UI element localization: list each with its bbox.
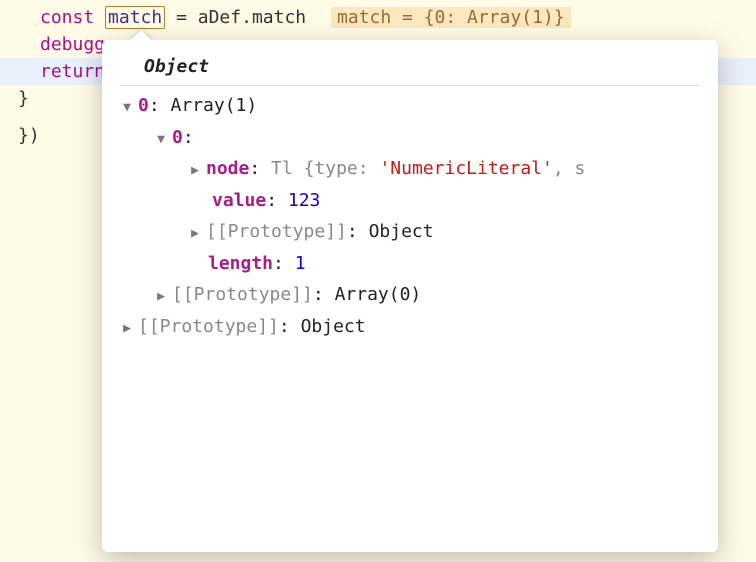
keyword-return: return	[40, 61, 105, 82]
tree-row-node[interactable]: ▶node: Tl {type: 'NumericLiteral', s	[120, 153, 700, 185]
tree-key: [[Prototype]]	[138, 316, 279, 337]
tree-key: 0	[138, 95, 149, 116]
tree-key: value	[212, 190, 266, 211]
tooltip-title: Object	[120, 54, 700, 86]
tree-key: [[Prototype]]	[172, 284, 313, 305]
tree-row-length[interactable]: length: 1	[120, 248, 700, 280]
tree-value: 1	[295, 253, 306, 274]
tree-row-value[interactable]: value: 123	[120, 185, 700, 217]
tree-key: 0	[172, 127, 183, 148]
tooltip-arrow	[129, 30, 153, 42]
code-line-1: const match = aDef.match match = {0: Arr…	[0, 4, 756, 31]
property-match: match	[252, 7, 306, 28]
hovered-variable[interactable]: match	[105, 6, 165, 29]
tree-key: node	[206, 158, 249, 179]
tree-row-proto-outer[interactable]: ▶[[Prototype]]: Object	[120, 311, 700, 343]
tree-value: Object	[301, 316, 366, 337]
tree-row-0-0[interactable]: ▼0:	[120, 122, 700, 154]
keyword-const: const	[40, 7, 94, 28]
chevron-down-icon[interactable]: ▼	[154, 129, 168, 152]
tree-row-proto-array[interactable]: ▶[[Prototype]]: Array(0)	[120, 279, 700, 311]
tree-value: Object	[369, 221, 434, 242]
chevron-right-icon[interactable]: ▶	[154, 286, 168, 309]
brace-paren-close: })	[18, 125, 40, 146]
tree-value: 123	[288, 190, 321, 211]
inline-value-preview[interactable]: match = {0: Array(1)}	[331, 7, 571, 28]
equals-sign: =	[176, 7, 187, 28]
object-tree: ▼0: Array(1) ▼0: ▶node: Tl {type: 'Numer…	[120, 90, 700, 342]
tree-row-0[interactable]: ▼0: Array(1)	[120, 90, 700, 122]
tree-value-preview: Tl {type: 'NumericLiteral', s	[271, 158, 585, 179]
chevron-right-icon[interactable]: ▶	[188, 160, 202, 183]
tree-key: length	[208, 253, 273, 274]
tree-value: Array(0)	[335, 284, 422, 305]
tree-row-proto-inner[interactable]: ▶[[Prototype]]: Object	[120, 216, 700, 248]
tree-value: Array(1)	[171, 95, 258, 116]
identifier-aDef: aDef	[198, 7, 241, 28]
brace-close: }	[18, 88, 29, 109]
dot: .	[241, 7, 252, 28]
chevron-right-icon[interactable]: ▶	[188, 223, 202, 246]
chevron-down-icon[interactable]: ▼	[120, 97, 134, 120]
chevron-right-icon[interactable]: ▶	[120, 318, 134, 341]
tree-key: [[Prototype]]	[206, 221, 347, 242]
value-tooltip[interactable]: Object ▼0: Array(1) ▼0: ▶node: Tl {type:…	[102, 40, 718, 552]
